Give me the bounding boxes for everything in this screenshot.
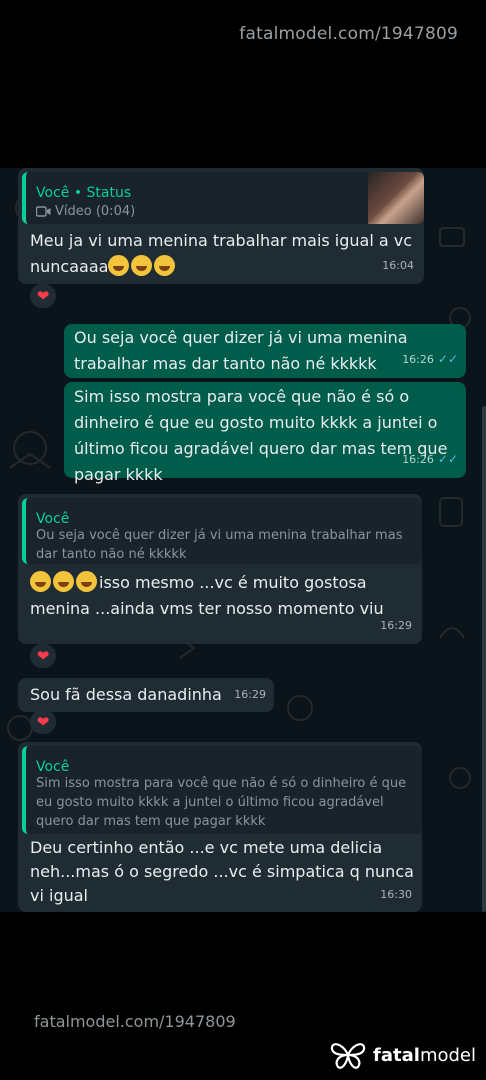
- message-time: 16:30: [380, 888, 412, 901]
- laughing-emoji-icon: [53, 571, 74, 592]
- red-heart-icon: ❤: [36, 647, 50, 665]
- butterfly-logo-icon: [330, 1043, 366, 1069]
- chat-area[interactable]: Você • Status Vídeo (0:04) Meu ja vi uma…: [0, 168, 486, 912]
- message-text: Sou fã dessa danadinha: [30, 685, 222, 704]
- red-heart-icon: ❤: [36, 713, 50, 731]
- watermark-url-top: fatalmodel.com/1947809: [239, 24, 458, 44]
- brand-name: fatalmodel: [373, 1044, 476, 1066]
- laughing-emoji-icon: [108, 255, 130, 276]
- message-text: Deu certinho então ...e vc mete uma deli…: [30, 838, 414, 905]
- message-text: Sim isso mostra para você que não é só o…: [74, 387, 448, 484]
- message-time: 16:26 ✓✓: [402, 452, 458, 466]
- red-heart-icon: ❤: [36, 287, 50, 305]
- video-duration: Vídeo (0:04): [55, 204, 136, 219]
- quote-text: Ou seja você quer dizer já vi uma menina…: [36, 528, 403, 562]
- double-check-icon: ✓✓: [437, 452, 458, 466]
- quote-text: Vídeo (0:04): [36, 202, 135, 221]
- reply-quote-status[interactable]: Você • Status Vídeo (0:04): [22, 172, 424, 224]
- reaction-heart[interactable]: ❤: [30, 284, 56, 308]
- message-time: 16:04: [382, 259, 414, 272]
- laughing-emoji-icon: [30, 571, 51, 592]
- message-time: 16:26 ✓✓: [402, 352, 458, 366]
- reply-quote[interactable]: Você Ou seja você quer dizer já vi uma m…: [22, 498, 422, 564]
- watermark-url-bottom: fatalmodel.com/1947809: [34, 1012, 236, 1031]
- message-outgoing-2[interactable]: Sim isso mostra para você que não é só o…: [64, 382, 466, 484]
- brand-logo: fatalmodel: [329, 1040, 476, 1070]
- double-check-icon: ✓✓: [437, 352, 458, 366]
- reaction-heart[interactable]: ❤: [30, 644, 56, 668]
- status-thumbnail[interactable]: [368, 172, 424, 224]
- message-incoming-1[interactable]: Você • Status Vídeo (0:04) Meu ja vi uma…: [18, 168, 424, 284]
- laughing-emoji-icon: [154, 255, 176, 276]
- chat-scrollbar[interactable]: [482, 406, 486, 912]
- message-incoming-4[interactable]: Você Sim isso mostra para você que não é…: [18, 742, 422, 912]
- message-time: 16:29: [234, 688, 266, 701]
- message-text: Ou seja você quer dizer já vi uma menina…: [74, 328, 408, 373]
- video-camera-icon: [36, 206, 51, 217]
- message-incoming-2[interactable]: Você Ou seja você quer dizer já vi uma m…: [18, 494, 422, 644]
- quote-text: Sim isso mostra para você que não é só o…: [36, 776, 407, 829]
- message-text: isso mesmo ...vc é muito gostosa menina …: [30, 571, 384, 618]
- reaction-heart[interactable]: ❤: [30, 710, 56, 734]
- message-time: 16:29: [380, 619, 412, 632]
- reply-quote[interactable]: Você Sim isso mostra para você que não é…: [22, 746, 422, 834]
- laughing-emoji-icon: [131, 255, 153, 276]
- laughing-emoji-icon: [76, 571, 97, 592]
- message-text: Meu ja vi uma menina trabalhar mais igua…: [30, 231, 413, 276]
- message-outgoing-1[interactable]: Ou seja você quer dizer já vi uma menina…: [64, 324, 466, 378]
- message-incoming-3[interactable]: Sou fã dessa danadinha 16:29: [18, 678, 274, 712]
